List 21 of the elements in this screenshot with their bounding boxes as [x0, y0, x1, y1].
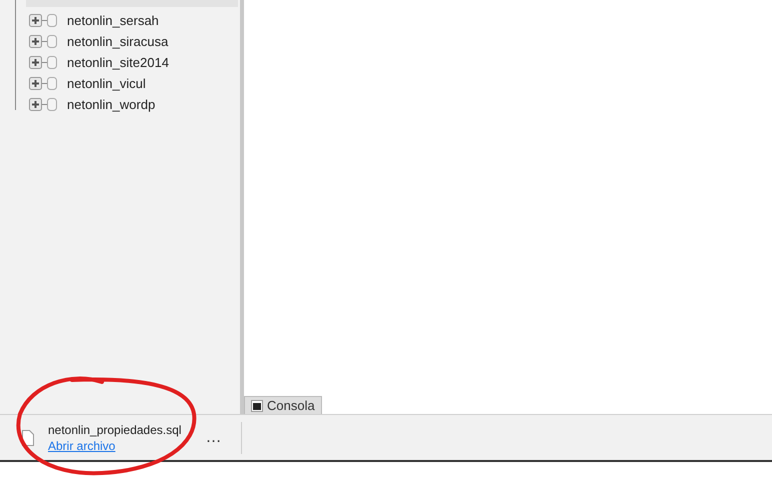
database-icon	[47, 98, 57, 111]
database-name[interactable]: netonlin_siracusa	[67, 32, 168, 52]
more-button[interactable]: …	[203, 426, 224, 450]
expand-toggle-icon[interactable]	[29, 56, 42, 69]
database-icon	[47, 77, 57, 90]
file-icon	[22, 430, 34, 446]
expand-toggle-icon[interactable]	[29, 77, 42, 90]
console-icon	[251, 400, 263, 412]
open-file-link[interactable]: Abrir archivo	[48, 438, 182, 454]
console-tab[interactable]: Consola	[244, 396, 322, 414]
database-icon	[47, 14, 57, 27]
database-name[interactable]: netonlin_vicul	[67, 74, 146, 94]
database-name[interactable]: netonlin_wordp	[67, 94, 156, 114]
file-name: netonlin_propiedades.sql	[48, 422, 182, 438]
database-icon	[47, 35, 57, 48]
database-icon	[47, 56, 57, 69]
expand-toggle-icon[interactable]	[29, 14, 42, 27]
database-name[interactable]: netonlin_site2014	[67, 52, 169, 72]
database-name[interactable]: netonlin_sersah	[67, 10, 159, 30]
expand-toggle-icon[interactable]	[29, 35, 42, 48]
expand-toggle-icon[interactable]	[29, 98, 42, 111]
